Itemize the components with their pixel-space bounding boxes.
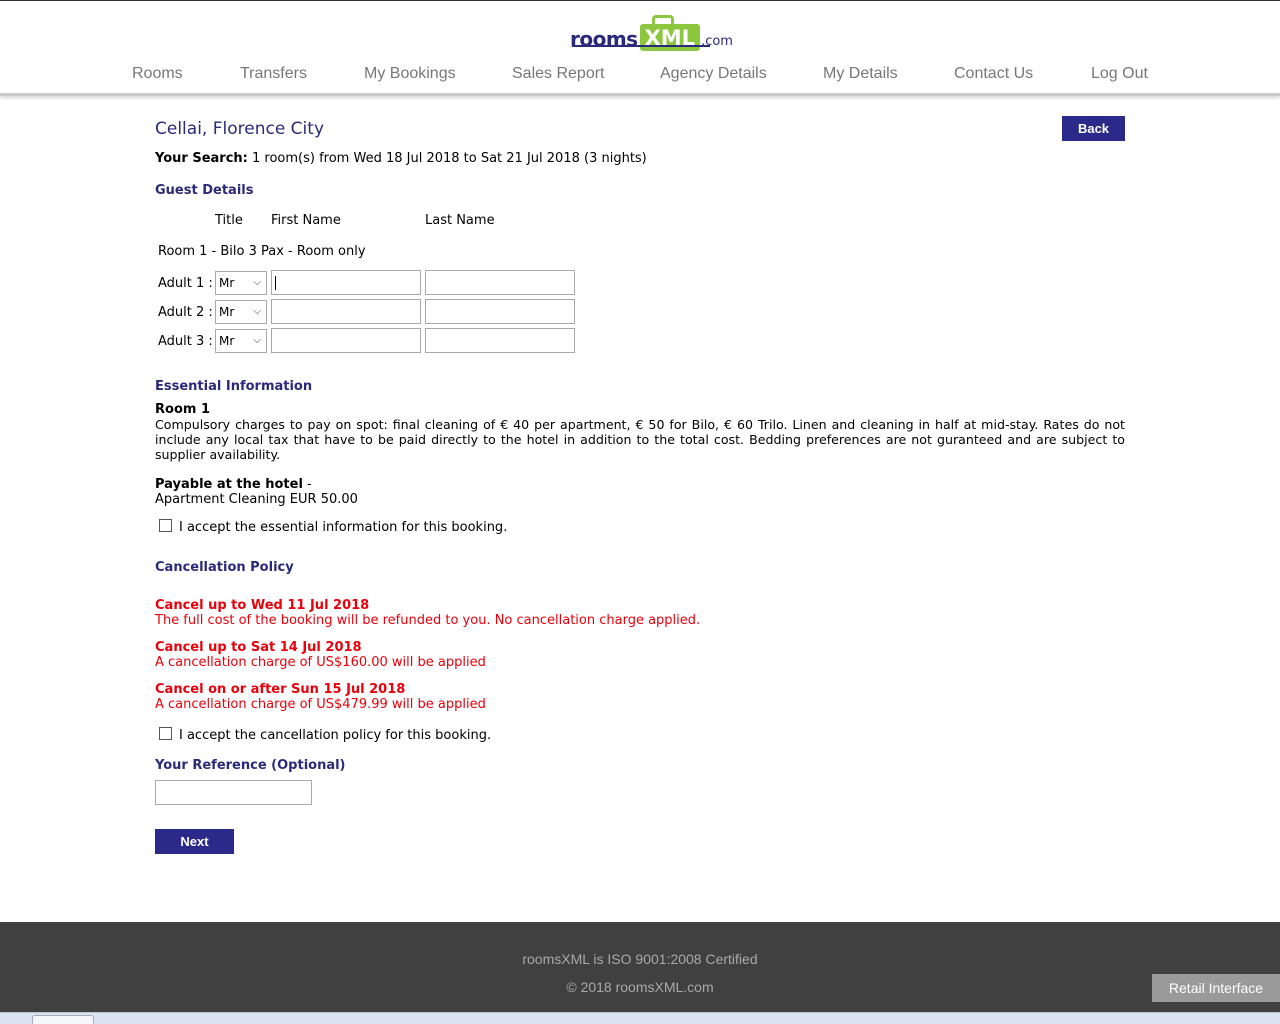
adult-3-label: Adult 3 : <box>158 334 213 349</box>
cancel-rule-1-text: The full cost of the booking will be ref… <box>155 613 701 628</box>
col-first-name-header: First Name <box>271 213 341 228</box>
adult-1-first-name-input[interactable] <box>271 270 421 295</box>
retail-interface-button[interactable]: Retail Interface <box>1152 974 1280 1002</box>
adult-2-last-name-input[interactable] <box>425 299 575 324</box>
adult-1-title-select[interactable]: Mr ⌵ <box>215 271 267 295</box>
adult-1-label: Adult 1 : <box>158 276 213 291</box>
accept-cancellation-checkbox[interactable] <box>159 727 172 740</box>
col-last-name-header: Last Name <box>425 213 495 228</box>
cancellation-heading: Cancellation Policy <box>155 560 294 575</box>
search-label: Your Search: <box>155 151 248 166</box>
cancel-rule-2-text: A cancellation charge of US$160.00 will … <box>155 655 486 670</box>
adult-3-first-name-input[interactable] <box>271 328 421 353</box>
room-label: Room 1 - Bilo 3 Pax - Room only <box>158 244 366 259</box>
back-button[interactable]: Back <box>1062 116 1125 141</box>
nav-sales-report[interactable]: Sales Report <box>512 65 605 83</box>
logo-rooms-text: rooms <box>570 27 638 51</box>
browser-tab-stub[interactable] <box>32 1015 94 1024</box>
footer-certification: roomsXML is ISO 9001:2008 Certified <box>522 951 758 967</box>
nav-my-bookings[interactable]: My Bookings <box>364 65 456 83</box>
guest-details-heading: Guest Details <box>155 183 254 198</box>
adult-2-first-name-input[interactable] <box>271 299 421 324</box>
page-title: Cellai, Florence City <box>155 119 325 139</box>
accept-essential-label: I accept the essential information for t… <box>179 520 508 535</box>
chevron-down-icon: ⌵ <box>253 277 261 288</box>
chevron-down-icon: ⌵ <box>253 335 261 346</box>
search-summary: Your Search: 1 room(s) from Wed 18 Jul 2… <box>155 151 647 166</box>
essential-info-text: Compulsory charges to pay on spot: final… <box>155 417 1125 462</box>
site-header: rooms XML .com Rooms Transfers My Bookin… <box>0 0 1280 96</box>
text-caret <box>275 276 276 290</box>
reference-heading: Your Reference (Optional) <box>155 758 346 773</box>
nav-rooms[interactable]: Rooms <box>132 65 183 83</box>
cancel-rule-3-title: Cancel on or after Sun 15 Jul 2018 <box>155 682 406 697</box>
essential-info-heading: Essential Information <box>155 379 313 394</box>
reference-input[interactable] <box>155 780 312 805</box>
cancel-rule-3-text: A cancellation charge of US$479.99 will … <box>155 697 486 712</box>
cancel-rule-2-title: Cancel up to Sat 14 Jul 2018 <box>155 640 362 655</box>
suitcase-handle-icon <box>651 15 674 25</box>
adult-3-title-select[interactable]: Mr ⌵ <box>215 329 267 353</box>
accept-essential-checkbox[interactable] <box>159 519 172 532</box>
chevron-down-icon: ⌵ <box>253 306 261 317</box>
col-title-header: Title <box>215 213 243 228</box>
logo-underline <box>572 45 710 47</box>
payable-item: Apartment Cleaning EUR 50.00 <box>155 492 358 507</box>
accept-cancellation-label: I accept the cancellation policy for thi… <box>179 728 492 743</box>
essential-room-label: Room 1 <box>155 402 210 417</box>
nav-log-out[interactable]: Log Out <box>1091 65 1148 83</box>
adult-3-last-name-input[interactable] <box>425 328 575 353</box>
adult-1-last-name-input[interactable] <box>425 270 575 295</box>
search-text: 1 room(s) from Wed 18 Jul 2018 to Sat 21… <box>247 151 647 166</box>
nav-transfers[interactable]: Transfers <box>240 65 307 83</box>
nav-my-details[interactable]: My Details <box>823 65 898 83</box>
next-button[interactable]: Next <box>155 829 234 854</box>
cancel-rule-1-title: Cancel up to Wed 11 Jul 2018 <box>155 598 370 613</box>
payable-heading: Payable at the hotel - <box>155 477 312 492</box>
footer-copyright: © 2018 roomsXML.com <box>566 979 714 995</box>
nav-agency-details[interactable]: Agency Details <box>660 65 767 83</box>
adult-2-title-select[interactable]: Mr ⌵ <box>215 300 267 324</box>
nav-contact-us[interactable]: Contact Us <box>954 65 1033 83</box>
main-nav: Rooms Transfers My Bookings Sales Report… <box>0 65 1280 91</box>
adult-2-label: Adult 2 : <box>158 305 213 320</box>
browser-bottom-bar <box>0 1012 1280 1024</box>
site-footer <box>0 922 1280 1012</box>
